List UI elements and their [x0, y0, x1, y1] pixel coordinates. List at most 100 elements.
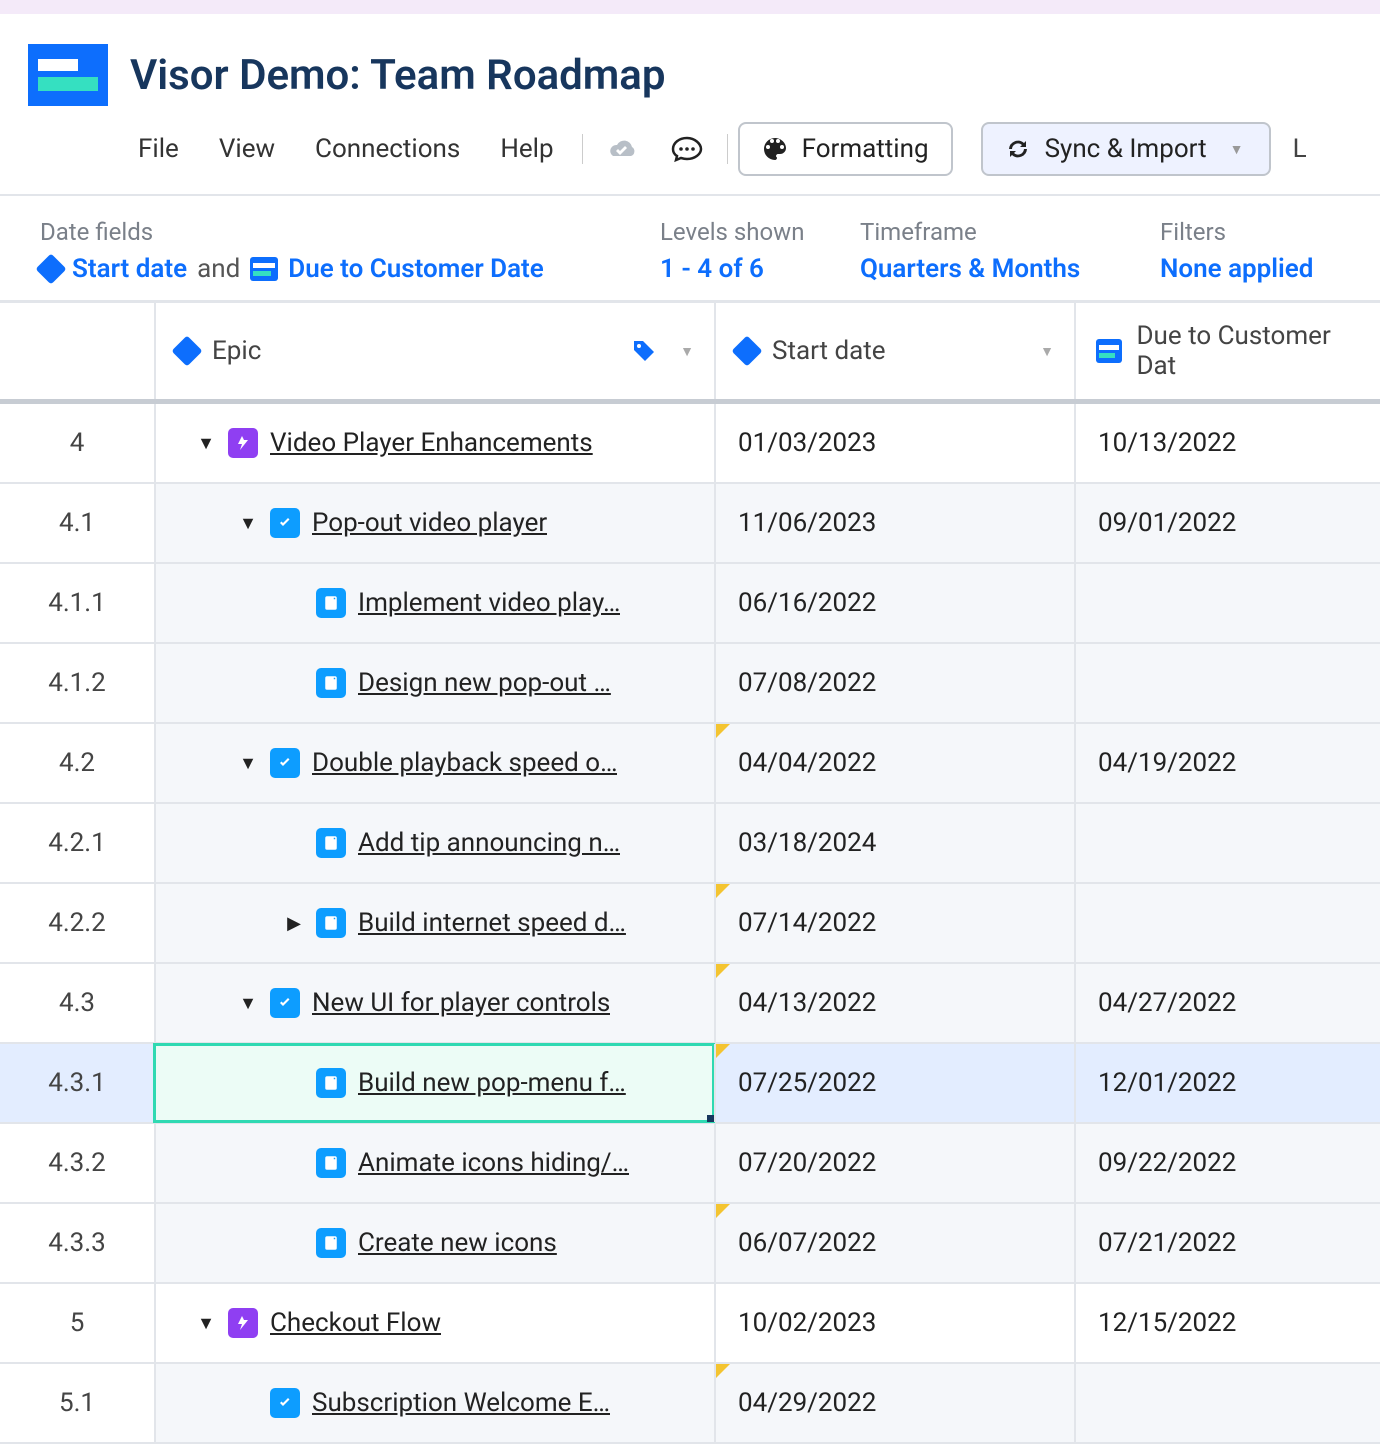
row-number[interactable]: 4.3.2	[0, 1124, 154, 1202]
timeframe-value[interactable]: Quarters & Months	[860, 254, 1160, 284]
date-fields-value[interactable]: Start date and Due to Customer Date	[40, 254, 660, 284]
row-number[interactable]: 5.1	[0, 1364, 154, 1442]
start-date-cell[interactable]: 07/14/2022	[714, 884, 1074, 962]
due-date-cell[interactable]	[1074, 804, 1380, 882]
item-title[interactable]: Subscription Welcome E…	[312, 1388, 610, 1418]
epic-cell[interactable]: Animate icons hiding/…	[154, 1124, 714, 1202]
table-row[interactable]: 4.1 ▼ Pop-out video player 11/06/202309/01/…	[0, 484, 1380, 564]
row-number[interactable]: 4.2.1	[0, 804, 154, 882]
levels-value[interactable]: 1 - 4 of 6	[660, 254, 860, 284]
table-row[interactable]: 4.3.3 Create new icons 06/07/202207/21/202…	[0, 1204, 1380, 1284]
table-row[interactable]: 5▼Checkout Flow10/02/202312/15/2022	[0, 1284, 1380, 1364]
due-date-cell[interactable]: 12/01/2022	[1074, 1044, 1380, 1122]
table-row[interactable]: 5.1 Subscription Welcome E… 04/29/2022	[0, 1364, 1380, 1444]
start-date-cell[interactable]: 04/29/2022	[714, 1364, 1074, 1442]
start-date-cell[interactable]: 11/06/2023	[714, 484, 1074, 562]
menu-file[interactable]: File	[120, 128, 197, 170]
table-row[interactable]: 4.2.2▶Build internet speed d…07/14/2022	[0, 884, 1380, 964]
epic-cell[interactable]: Build new pop-menu f…	[154, 1044, 714, 1122]
workspace-title[interactable]: Visor Demo: Team Roadmap	[130, 51, 665, 100]
row-number[interactable]: 4.1	[0, 484, 154, 562]
item-title[interactable]: New UI for player controls	[312, 988, 610, 1018]
table-row[interactable]: 4.1.1 Implement video play… 06/16/2022	[0, 564, 1380, 644]
filters-value[interactable]: None applied	[1160, 254, 1313, 284]
table-row[interactable]: 4.2 ▼ Double playback speed o… 04/04/202204…	[0, 724, 1380, 804]
tag-icon[interactable]	[632, 339, 656, 363]
epic-cell[interactable]: ▼ New UI for player controls	[154, 964, 714, 1042]
chevron-down-icon[interactable]: ▼	[1040, 343, 1054, 360]
due-date-cell[interactable]: 12/15/2022	[1074, 1284, 1380, 1362]
item-title[interactable]: Pop-out video player	[312, 508, 547, 538]
table-row[interactable]: 4.2.1 Add tip announcing n… 03/18/2024	[0, 804, 1380, 884]
epic-cell[interactable]: Implement video play…	[154, 564, 714, 642]
start-date-cell[interactable]: 06/07/2022	[714, 1204, 1074, 1282]
start-date-cell[interactable]: 07/08/2022	[714, 644, 1074, 722]
start-date-cell[interactable]: 07/20/2022	[714, 1124, 1074, 1202]
start-date-cell[interactable]: 06/16/2022	[714, 564, 1074, 642]
start-date-cell[interactable]: 01/03/2023	[714, 404, 1074, 482]
chevron-down-icon[interactable]: ▼	[680, 343, 694, 360]
epic-cell[interactable]: Subscription Welcome E…	[154, 1364, 714, 1442]
row-number[interactable]: 4.3	[0, 964, 154, 1042]
cloud-icon[interactable]	[593, 137, 653, 161]
epic-cell[interactable]: Create new icons	[154, 1204, 714, 1282]
item-title[interactable]: Build new pop-menu f…	[358, 1068, 626, 1098]
table-row[interactable]: 4.3.1 Build new pop-menu f… 07/25/202212/0…	[0, 1044, 1380, 1124]
chevron-down-icon[interactable]: ▼	[238, 753, 258, 774]
item-title[interactable]: Add tip announcing n…	[358, 828, 620, 858]
table-row[interactable]: 4 ▼ Video Player Enhancements 01/03/202310/…	[0, 404, 1380, 484]
chevron-down-icon[interactable]: ▼	[238, 513, 258, 534]
due-date-cell[interactable]: 07/21/2022	[1074, 1204, 1380, 1282]
column-header-number[interactable]	[0, 303, 154, 399]
row-number[interactable]: 4.2	[0, 724, 154, 802]
item-title[interactable]: Build internet speed d…	[358, 908, 626, 938]
row-number[interactable]: 4.1.2	[0, 644, 154, 722]
epic-cell[interactable]: ▼ Pop-out video player	[154, 484, 714, 562]
epic-cell[interactable]: ▼ Video Player Enhancements	[154, 404, 714, 482]
formatting-button[interactable]: Formatting	[738, 122, 953, 176]
epic-cell[interactable]: ▼ Checkout Flow	[154, 1284, 714, 1362]
row-number[interactable]: 4.3.1	[0, 1044, 154, 1122]
menu-help[interactable]: Help	[482, 128, 571, 170]
menu-view[interactable]: View	[201, 128, 293, 170]
table-row[interactable]: 4.1.2 Design new pop-out … 07/08/2022	[0, 644, 1380, 724]
row-number[interactable]: 4	[0, 404, 154, 482]
row-number[interactable]: 4.3.3	[0, 1204, 154, 1282]
start-date-cell[interactable]: 07/25/2022	[714, 1044, 1074, 1122]
start-date-cell[interactable]: 04/04/2022	[714, 724, 1074, 802]
item-title[interactable]: Implement video play…	[358, 588, 620, 618]
item-title[interactable]: Checkout Flow	[270, 1308, 441, 1338]
chevron-down-icon[interactable]: ▼	[196, 433, 216, 454]
due-date-cell[interactable]: 04/27/2022	[1074, 964, 1380, 1042]
item-title[interactable]: Animate icons hiding/…	[358, 1148, 629, 1178]
row-number[interactable]: 5	[0, 1284, 154, 1362]
due-date-cell[interactable]	[1074, 1364, 1380, 1442]
start-date-cell[interactable]: 04/13/2022	[714, 964, 1074, 1042]
due-date-cell[interactable]	[1074, 564, 1380, 642]
column-header-start[interactable]: Start date ▼	[714, 303, 1074, 399]
due-date-cell[interactable]: 09/01/2022	[1074, 484, 1380, 562]
due-date-cell[interactable]: 10/13/2022	[1074, 404, 1380, 482]
due-date-cell[interactable]: 04/19/2022	[1074, 724, 1380, 802]
chevron-down-icon[interactable]: ▼	[196, 1313, 216, 1334]
item-title[interactable]: Video Player Enhancements	[270, 428, 593, 458]
sync-import-button[interactable]: Sync & Import ▼	[981, 122, 1271, 176]
epic-cell[interactable]: ▶Build internet speed d…	[154, 884, 714, 962]
column-header-epic[interactable]: Epic ▼	[154, 303, 714, 399]
epic-cell[interactable]: Design new pop-out …	[154, 644, 714, 722]
item-title[interactable]: Create new icons	[358, 1228, 557, 1258]
epic-cell[interactable]: Add tip announcing n…	[154, 804, 714, 882]
chevron-down-icon[interactable]: ▼	[238, 993, 258, 1014]
item-title[interactable]: Design new pop-out …	[358, 668, 611, 698]
item-title[interactable]: Double playback speed o…	[312, 748, 617, 778]
due-date-cell[interactable]	[1074, 884, 1380, 962]
start-date-cell[interactable]: 03/18/2024	[714, 804, 1074, 882]
table-row[interactable]: 4.3 ▼ New UI for player controls 04/13/2022…	[0, 964, 1380, 1044]
menu-connections[interactable]: Connections	[297, 128, 478, 170]
row-number[interactable]: 4.1.1	[0, 564, 154, 642]
chat-icon[interactable]	[657, 135, 717, 163]
due-date-cell[interactable]	[1074, 644, 1380, 722]
table-row[interactable]: 4.3.2 Animate icons hiding/… 07/20/202209/…	[0, 1124, 1380, 1204]
column-header-due[interactable]: Due to Customer Dat	[1074, 303, 1380, 399]
due-date-cell[interactable]: 09/22/2022	[1074, 1124, 1380, 1202]
